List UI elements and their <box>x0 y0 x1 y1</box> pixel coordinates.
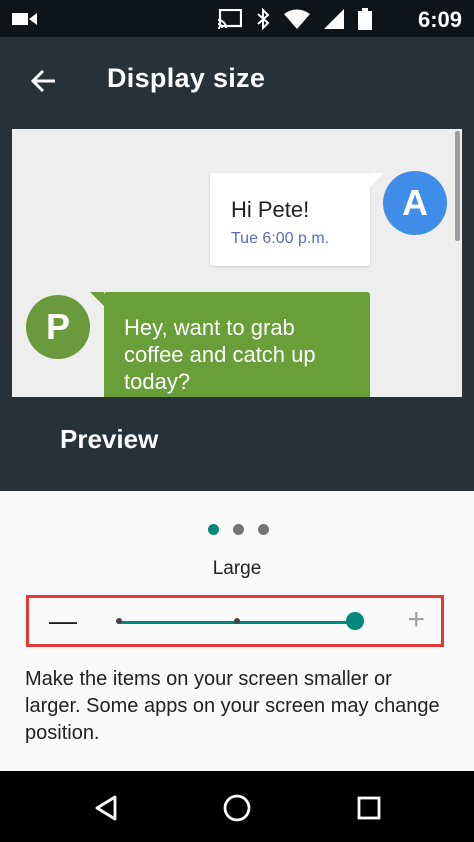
message-bubble-p: Hey, want to grab coffee and catch up to… <box>90 292 370 397</box>
clock: 6:09 <box>417 7 462 32</box>
status-bar: 6:09 <box>0 0 474 37</box>
battery-icon <box>358 8 372 35</box>
description-text: Make the items on your screen smaller or… <box>25 668 440 744</box>
home-nav-button[interactable] <box>220 791 254 825</box>
back-button[interactable] <box>24 61 64 101</box>
home-circle-icon <box>223 794 251 822</box>
message-timestamp: Tue 6:00 p.m. <box>231 230 330 247</box>
navigation-bar <box>0 771 474 842</box>
size-slider-highlight: — + <box>26 595 444 647</box>
bluetooth-icon <box>256 7 270 35</box>
message-bubble-a: Hi Pete! Tue 6:00 p.m. <box>210 173 384 266</box>
page-dot[interactable] <box>258 524 269 535</box>
increase-size-button[interactable]: + <box>407 605 425 635</box>
back-triangle-icon <box>95 795 117 821</box>
message-text: Hey, want to grab coffee and catch up to… <box>124 315 316 394</box>
scrollbar <box>455 131 460 241</box>
decrease-size-button[interactable]: — <box>49 607 77 635</box>
slider-tick <box>116 618 122 624</box>
preview-area: Hi Pete! Tue 6:00 p.m. A P Hey, want to … <box>12 129 462 397</box>
avatar-a: A <box>383 171 447 235</box>
message-text: Hi Pete! <box>231 197 310 222</box>
page-dot[interactable] <box>208 524 219 535</box>
avatar-p: P <box>26 295 90 359</box>
page-indicator <box>208 524 269 535</box>
cast-icon <box>217 8 243 34</box>
page-title: Display size <box>107 63 266 93</box>
page-dot[interactable] <box>233 524 244 535</box>
size-label: Large <box>212 558 262 579</box>
settings-sheet: Large — + Make the items on your screen … <box>0 491 474 771</box>
recents-nav-button[interactable] <box>352 791 386 825</box>
slider-tick <box>234 618 240 624</box>
back-nav-button[interactable] <box>89 791 123 825</box>
app-bar: Display size <box>0 37 474 127</box>
signal-icon <box>324 9 344 34</box>
video-camera-icon <box>12 11 38 32</box>
wifi-icon <box>284 9 310 34</box>
slider-thumb[interactable] <box>346 612 364 630</box>
arrow-back-icon <box>31 69 55 93</box>
recents-square-icon <box>357 796 381 820</box>
preview-label: Preview <box>60 424 159 454</box>
